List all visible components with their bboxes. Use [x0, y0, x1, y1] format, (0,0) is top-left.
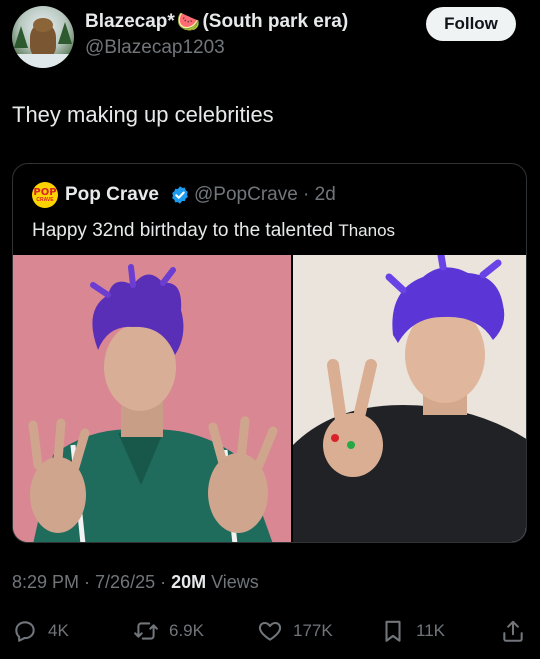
- author-display-name: Blazecap*: [85, 11, 175, 32]
- photo-right-illustration: [293, 255, 526, 542]
- author-name[interactable]: Blazecap* 🍉 (South park era): [85, 10, 348, 34]
- tree-shape: [58, 22, 72, 44]
- views-label: Views: [206, 572, 259, 592]
- repost-button[interactable]: 6.9K: [133, 618, 204, 644]
- quoted-text-tail: Thanos: [338, 221, 396, 240]
- photo-left-illustration: [13, 255, 291, 542]
- logo-text-bottom: CRAVE: [36, 196, 54, 203]
- photo-right[interactable]: [293, 255, 526, 542]
- share-button[interactable]: [500, 618, 536, 644]
- repost-count: 6.9K: [169, 621, 204, 640]
- bookmark-icon: [385, 620, 401, 642]
- avatar-character: [30, 18, 56, 58]
- like-count: 177K: [293, 621, 333, 640]
- view-count: 20M: [171, 572, 207, 592]
- photo-left[interactable]: [13, 255, 291, 542]
- like-button[interactable]: 177K: [257, 618, 333, 644]
- reply-icon: [15, 621, 35, 642]
- author-name-suffix: (South park era): [202, 11, 349, 32]
- follow-button[interactable]: Follow: [426, 7, 516, 41]
- watermelon-icon: 🍉: [176, 12, 201, 33]
- repost-icon: [134, 622, 158, 640]
- heart-icon: [258, 621, 282, 641]
- quoted-tweet-text: Happy 32nd birthday to the talented Than…: [32, 220, 395, 242]
- quoted-tweet-card[interactable]: POP CRAVE Pop Crave @PopCrave · 2d Happy…: [12, 163, 527, 543]
- pop-crave-logo-icon[interactable]: POP CRAVE: [32, 182, 58, 208]
- reply-button[interactable]: 4K: [12, 618, 69, 644]
- author-handle[interactable]: @Blazecap1203: [85, 37, 225, 59]
- reply-count: 4K: [48, 621, 69, 640]
- bookmark-button[interactable]: 11K: [380, 618, 445, 644]
- quoted-text-main: Happy 32nd birthday to the talented: [32, 220, 339, 241]
- quoted-author-name[interactable]: Pop Crave: [65, 184, 159, 206]
- bookmark-count: 11K: [416, 621, 445, 640]
- tweet-meta: 8:29 PM · 7/26/25 · 20M Views: [12, 572, 259, 593]
- avatar[interactable]: [12, 6, 74, 68]
- tweet-timestamp[interactable]: 8:29 PM · 7/26/25 ·: [12, 572, 171, 592]
- verified-badge-icon: [172, 186, 188, 204]
- tweet-text: They making up celebrities: [12, 102, 274, 127]
- quoted-author-handle[interactable]: @PopCrave · 2d: [194, 184, 336, 206]
- tree-shape: [14, 26, 28, 48]
- share-icon: [503, 620, 523, 642]
- avatar-snow: [12, 54, 74, 68]
- logo-text-top: POP: [33, 186, 57, 198]
